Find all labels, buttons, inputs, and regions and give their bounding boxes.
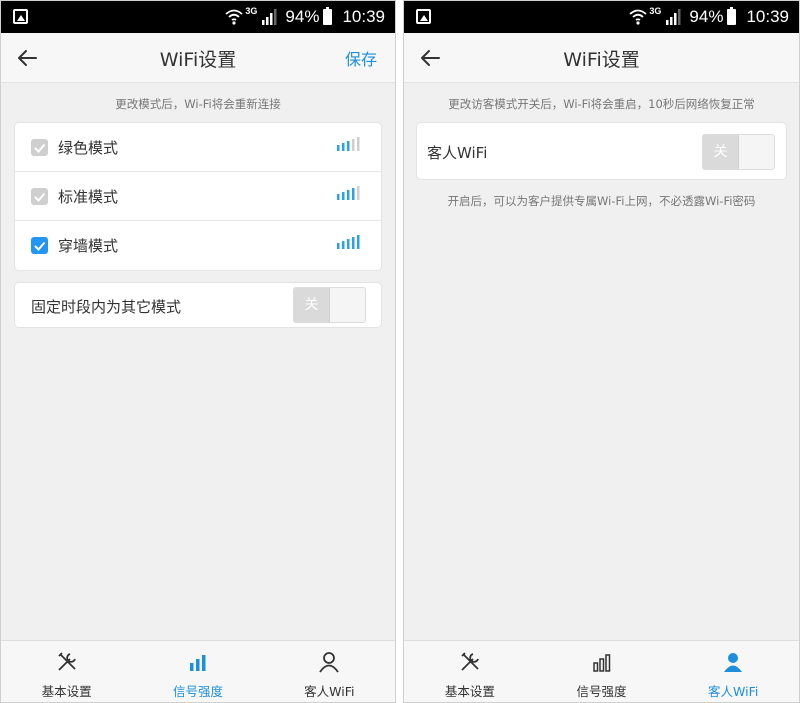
tab-label: 客人WiFi (304, 684, 355, 699)
gallery-notification-icon (416, 9, 431, 24)
bottom-tab-bar: 基本设置 信号强度 客人WiFi (1, 640, 395, 702)
signal-bars-icon (592, 654, 610, 672)
tab-guest-wifi[interactable]: 客人WiFi (264, 641, 395, 702)
toggle-knob: 关 (703, 135, 739, 169)
cell-signal-icon (262, 9, 277, 25)
status-bar: 3G 94% 10:39 (1, 1, 395, 33)
guest-wifi-toggle[interactable]: 关 (702, 134, 775, 170)
tab-guest-wifi[interactable]: 客人WiFi (667, 641, 799, 702)
app-header: WiFi设置 (404, 33, 799, 83)
battery-percent: 94% (285, 7, 320, 26)
mode-label: 穿墙模式 (58, 237, 119, 255)
save-button[interactable]: 保存 (345, 46, 377, 70)
page-title: WiFi设置 (159, 49, 237, 71)
wifi-status-icon (629, 9, 647, 25)
tab-basic-settings[interactable]: 基本设置 (1, 641, 132, 702)
tab-label: 基本设置 (41, 684, 92, 699)
mode-label: 标准模式 (58, 188, 119, 206)
tools-icon (461, 652, 479, 671)
mode-change-hint: 更改模式后，Wi-Fi将会重新连接 (115, 97, 281, 111)
mode-label: 绿色模式 (58, 139, 119, 157)
checkbox-unchecked-icon[interactable] (31, 188, 48, 205)
mode-option-green[interactable]: 绿色模式 (15, 123, 381, 172)
gallery-notification-icon (13, 9, 28, 24)
left-screen: 3G 94% 10:39 WiFi设置 保存 更改模式后，Wi-Fi将会重新连接… (0, 0, 396, 703)
wifi-status-icon (225, 9, 243, 25)
status-bar: 3G 94% 10:39 (404, 1, 799, 33)
schedule-row: 固定时段内为其它模式 关 (14, 282, 382, 328)
signal-strength-icon (337, 137, 360, 151)
toggle-knob: 关 (294, 288, 330, 322)
person-icon (319, 652, 340, 673)
tab-label: 信号强度 (576, 684, 627, 699)
checkbox-unchecked-icon[interactable] (31, 139, 48, 156)
right-screen: 3G 94% 10:39 WiFi设置 更改访客模式开关后，Wi-Fi将会重启，… (403, 0, 800, 703)
app-header: WiFi设置 保存 (1, 33, 395, 83)
signal-strength-icon (337, 186, 360, 200)
signal-strength-icon (337, 235, 360, 249)
guest-mode-change-hint: 更改访客模式开关后，Wi-Fi将会重启，10秒后网络恢复正常 (448, 97, 755, 111)
schedule-toggle[interactable]: 关 (293, 287, 366, 323)
mode-option-standard[interactable]: 标准模式 (15, 172, 381, 221)
network-type: 3G (649, 6, 662, 16)
tab-signal-strength[interactable]: 信号强度 (132, 641, 263, 702)
clock: 10:39 (342, 7, 385, 26)
battery-icon (323, 7, 333, 25)
tab-signal-strength[interactable]: 信号强度 (536, 641, 668, 702)
guest-wifi-hint: 开启后，可以为客户提供专属Wi-Fi上网，不必透露Wi-Fi密码 (447, 194, 756, 208)
page-title: WiFi设置 (563, 49, 640, 71)
guest-wifi-label: 客人WiFi (427, 144, 488, 162)
guest-wifi-row: 客人WiFi 关 (416, 122, 787, 180)
tab-label: 客人WiFi (708, 684, 759, 699)
schedule-label: 固定时段内为其它模式 (31, 298, 182, 316)
tab-label: 信号强度 (172, 684, 223, 699)
cell-signal-icon (666, 9, 681, 25)
checkbox-checked-icon[interactable] (31, 237, 48, 254)
signal-bars-icon (189, 655, 206, 671)
clock: 10:39 (746, 7, 789, 26)
mode-list: 绿色模式 标准模式 穿墙模式 (14, 122, 382, 271)
battery-icon (727, 7, 737, 25)
tools-icon (58, 652, 76, 671)
person-icon (724, 653, 743, 672)
tab-label: 基本设置 (444, 684, 495, 699)
network-type: 3G (245, 6, 258, 16)
battery-percent: 94% (689, 7, 724, 26)
bottom-tab-bar: 基本设置 信号强度 客人WiFi (404, 640, 799, 702)
tab-basic-settings[interactable]: 基本设置 (404, 641, 536, 702)
mode-option-wall-penetrating[interactable]: 穿墙模式 (15, 221, 381, 270)
